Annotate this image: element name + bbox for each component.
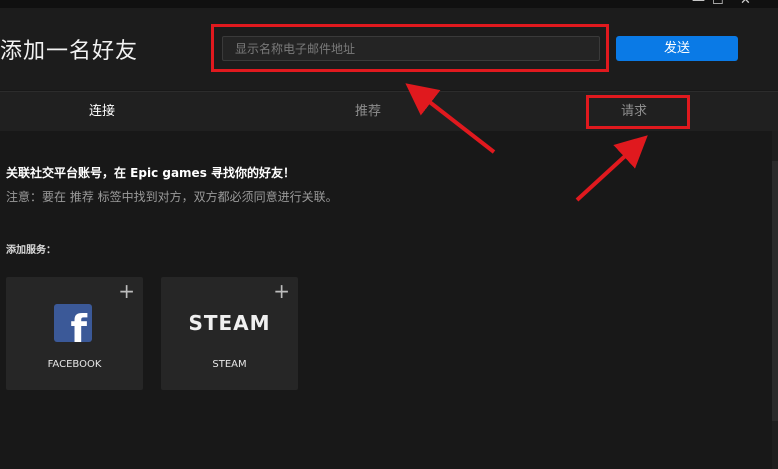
plus-icon[interactable]: +: [118, 279, 135, 303]
steam-service-label: STEAM: [212, 359, 247, 370]
close-icon[interactable]: ✕: [740, 0, 751, 8]
tab-bar: 连接 推荐 请求: [0, 91, 778, 131]
tab-requests[interactable]: 请求: [592, 92, 676, 131]
send-button[interactable]: 发送: [616, 36, 738, 61]
facebook-service-card[interactable]: + f FACEBOOK: [6, 277, 143, 390]
page-title: 添加一名好友: [0, 39, 139, 64]
friend-search-input[interactable]: [222, 36, 600, 61]
facebook-logo-icon: f: [54, 304, 92, 342]
steam-service-card[interactable]: + STEAM STEAM: [161, 277, 298, 390]
steam-logo-icon: STEAM: [188, 311, 271, 335]
tab-connect[interactable]: 连接: [60, 92, 144, 131]
facebook-service-label: FACEBOOK: [47, 359, 102, 370]
title-bar: [0, 0, 778, 8]
plus-icon[interactable]: +: [273, 279, 290, 303]
services-label: 添加服务：: [6, 245, 56, 256]
intro-text: 关联社交平台账号，在 Epic games 寻找你的好友！: [6, 166, 296, 180]
minimize-icon[interactable]: —: [692, 0, 705, 8]
note-text: 注意：要在 推荐 标签中找到对方，双方都必须同意进行关联。: [6, 190, 338, 204]
scrollbar[interactable]: [772, 131, 778, 469]
scroll-thumb[interactable]: [772, 161, 778, 421]
maximize-icon[interactable]: ☐: [712, 0, 724, 8]
tab-recommended[interactable]: 推荐: [326, 92, 410, 131]
